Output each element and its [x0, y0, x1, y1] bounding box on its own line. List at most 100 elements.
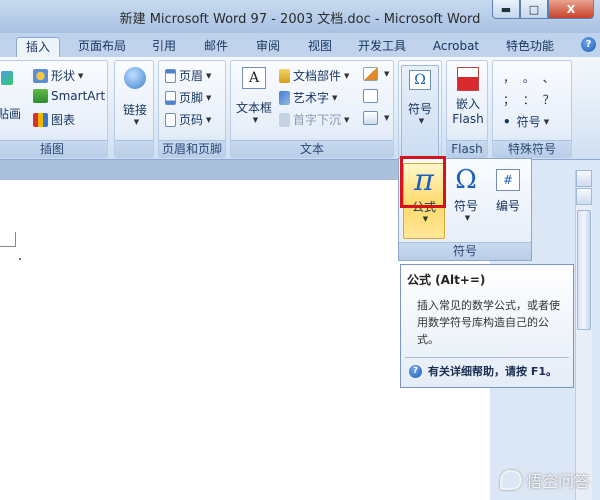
chart-button[interactable]: 图表: [33, 111, 75, 128]
symbols-dropdown-label: 符号: [399, 242, 531, 260]
omega-icon: Ω: [455, 165, 477, 195]
wordart-icon: [279, 90, 290, 105]
tab-view[interactable]: 视图: [302, 37, 338, 57]
shapes-button[interactable]: 形状 ▼: [33, 67, 83, 84]
chevron-down-icon: ▼: [332, 93, 338, 102]
chevron-down-icon: ▼: [422, 215, 429, 223]
chevron-down-icon: ▼: [344, 115, 350, 124]
group-links: 链接 ▼: [114, 60, 154, 158]
group-text-label: 文本: [231, 140, 393, 157]
footer-button[interactable]: 页脚 ▼: [165, 89, 211, 106]
tab-mailings[interactable]: 邮件: [198, 37, 234, 57]
numbering-label: 编号: [495, 199, 520, 213]
special-symbols-row-1[interactable]: ， 。 、: [503, 69, 557, 86]
title-bar: 新建 Microsoft Word 97 - 2003 文档.doc - Mic…: [0, 0, 600, 33]
text-cursor: [19, 258, 21, 260]
link-button[interactable]: 链接 ▼: [117, 67, 153, 126]
ruler-toggle-icon[interactable]: [576, 170, 592, 187]
textbox-button[interactable]: A 文本框 ▼: [233, 67, 275, 124]
chevron-down-icon: ▼: [543, 117, 550, 126]
numbering-icon: #: [496, 169, 520, 191]
symbols-group-button[interactable]: Ω 符号 ▼: [401, 65, 439, 159]
page-number-button[interactable]: 页码 ▼: [165, 111, 211, 128]
embed-flash-button[interactable]: 嵌入 Flash: [448, 67, 488, 126]
help-icon: ?: [409, 364, 422, 378]
formula-highlight-box: [400, 156, 446, 208]
chevron-down-icon: ▼: [344, 71, 350, 80]
chevron-down-icon: ▼: [384, 70, 390, 78]
wordart-label: 艺术字: [293, 91, 330, 105]
margin-corner-mark: [0, 232, 16, 247]
dropcap-icon: [279, 112, 290, 127]
dropcap-button[interactable]: 首字下沉 ▼: [279, 111, 349, 128]
object-icon: [363, 111, 378, 125]
group-flash: 嵌入 Flash Flash: [446, 60, 488, 158]
tab-special-features[interactable]: 特色功能: [500, 37, 560, 57]
window-controls: ▬ □ X: [492, 0, 594, 19]
wordart-button[interactable]: 艺术字 ▼: [279, 89, 337, 106]
quickparts-button[interactable]: 文档部件 ▼: [279, 67, 349, 84]
group-special-symbols: ， 。 、 ； ： ？ • 符号 ▼ 特殊符号: [492, 60, 572, 158]
chevron-down-icon: ▼: [206, 115, 212, 124]
minimize-button[interactable]: ▬: [492, 0, 520, 19]
special-symbol-button[interactable]: • 符号 ▼: [503, 113, 549, 130]
datetime-button[interactable]: [363, 89, 381, 103]
scroll-thumb[interactable]: [577, 210, 591, 330]
smartart-icon: [33, 89, 48, 103]
signature-line-button[interactable]: ▼: [363, 67, 389, 81]
tab-review[interactable]: 审阅: [250, 37, 286, 57]
group-special-symbols-label: 特殊符号: [493, 140, 571, 157]
globe-link-icon: [124, 67, 146, 89]
chevron-down-icon: ▼: [206, 93, 212, 102]
chevron-down-icon: ▼: [384, 114, 390, 122]
link-label: 链接: [122, 103, 147, 117]
tab-developer[interactable]: 开发工具: [352, 37, 412, 57]
tooltip-description: 插入常见的数学公式，或者使用数学符号库构造自己的公式。: [417, 299, 560, 346]
scroll-up-icon[interactable]: [576, 188, 592, 205]
footer-label: 页脚: [179, 91, 204, 105]
numbering-button[interactable]: # 编号: [487, 163, 529, 239]
vertical-scrollbar[interactable]: [575, 170, 592, 500]
quickparts-label: 文档部件: [293, 69, 342, 83]
tab-insert[interactable]: 插入: [16, 37, 60, 57]
special-symbols-row-2[interactable]: ； ： ？: [503, 91, 557, 108]
tab-references[interactable]: 引用: [146, 37, 182, 57]
chart-icon: [33, 112, 48, 127]
page-number-label: 页码: [179, 113, 204, 127]
embed-flash-label-2: Flash: [452, 112, 484, 126]
tab-page-layout[interactable]: 页面布局: [70, 37, 134, 57]
group-header-footer: 页眉 ▼ 页脚 ▼ 页码 ▼ 页眉和页脚: [158, 60, 226, 158]
header-icon: [165, 68, 176, 83]
watermark: 悟空问答: [499, 468, 590, 492]
calendar-icon: [363, 89, 378, 103]
header-button[interactable]: 页眉 ▼: [165, 67, 211, 84]
tooltip-title: 公式 (Alt+=): [407, 273, 486, 287]
chevron-down-icon: ▼: [133, 118, 140, 126]
group-illustrations-label: 插图: [0, 140, 107, 157]
tab-acrobat[interactable]: Acrobat: [426, 37, 486, 57]
shapes-label: 形状: [51, 69, 76, 83]
ribbon-tabs: 插入 页面布局 引用 邮件 审阅 视图 开发工具 Acrobat 特色功能 ?: [0, 33, 600, 57]
chevron-down-icon: ▼: [78, 71, 84, 80]
group-symbols-collapsed: Ω 符号 ▼: [398, 60, 442, 159]
special-symbol-label: 符号: [516, 115, 541, 129]
footer-icon: [165, 90, 176, 105]
smartart-button[interactable]: SmartArt: [33, 89, 105, 103]
group-illustrations: 贴画 形状 ▼ SmartArt 图表 插图: [0, 60, 108, 158]
tooltip-divider: [405, 357, 569, 358]
clipart-button[interactable]: 贴画: [0, 105, 21, 122]
group-links-label: [115, 140, 153, 157]
header-label: 页眉: [179, 69, 204, 83]
speech-bubble-icon: [499, 470, 522, 490]
symbol-button[interactable]: Ω 符号 ▼: [445, 163, 487, 239]
shapes-icon: [33, 68, 48, 83]
maximize-button[interactable]: □: [520, 0, 548, 19]
embed-flash-label-1: 嵌入: [455, 97, 480, 111]
close-button[interactable]: X: [548, 0, 594, 19]
help-icon[interactable]: ?: [581, 37, 596, 52]
symbols-group-label: 符号: [407, 102, 432, 116]
object-button[interactable]: ▼: [363, 111, 389, 125]
flash-icon: [457, 67, 479, 91]
group-text: A 文本框 ▼ 文档部件 ▼ 艺术字 ▼ 首字下沉 ▼ ▼ ▼ 文本: [230, 60, 394, 158]
chevron-down-icon: ▼: [206, 71, 212, 80]
